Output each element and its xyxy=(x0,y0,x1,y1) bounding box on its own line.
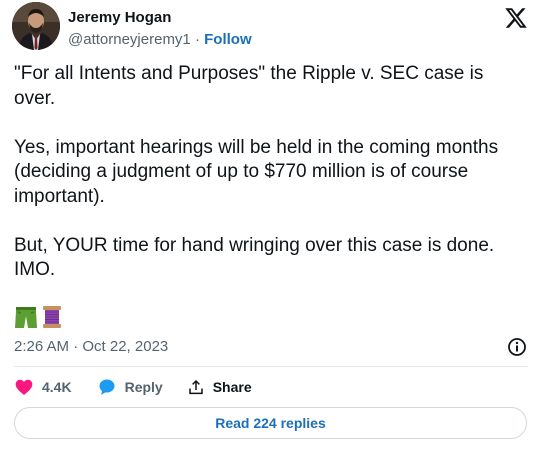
tweet-actions: 4.4K Reply Share xyxy=(14,376,252,398)
author-name[interactable]: Jeremy Hogan xyxy=(68,9,171,26)
like-count: 4.4K xyxy=(42,379,72,395)
share-icon xyxy=(188,379,203,395)
reply-bubble-icon xyxy=(99,379,115,395)
tweet-timestamp[interactable]: 2:26 AM · Oct 22, 2023 xyxy=(14,338,168,355)
tweet-text: "For all Intents and Purposes" the Rippl… xyxy=(14,62,529,307)
spool-of-thread-emoji-icon xyxy=(43,306,61,328)
tweet-paragraph: But, YOUR time for hand wringing over th… xyxy=(14,234,495,281)
avatar[interactable] xyxy=(12,2,60,50)
share-label: Share xyxy=(212,379,252,395)
avatar-image xyxy=(12,2,60,50)
tweet-paragraph: "For all Intents and Purposes" the Rippl… xyxy=(14,63,484,109)
info-icon[interactable] xyxy=(507,337,527,357)
emoji-row xyxy=(14,304,63,330)
read-replies-button[interactable]: Read 224 replies xyxy=(14,407,527,439)
tweet-paragraph: Yes, important hearings will be held in … xyxy=(14,136,499,207)
reply-label: Reply xyxy=(124,379,163,395)
follow-button[interactable]: Follow xyxy=(204,31,252,48)
divider xyxy=(14,366,528,367)
author-handle[interactable]: @attorneyjeremy1 xyxy=(68,31,191,48)
author-meta: @attorneyjeremy1 · Follow xyxy=(68,31,252,48)
x-logo-icon[interactable] xyxy=(504,6,528,30)
like-button[interactable]: 4.4K xyxy=(14,377,72,397)
shorts-emoji-icon xyxy=(15,307,37,328)
heart-icon xyxy=(15,379,33,395)
separator-dot: · xyxy=(194,31,200,48)
reply-button[interactable]: Reply xyxy=(97,377,163,397)
share-button[interactable]: Share xyxy=(187,378,252,396)
